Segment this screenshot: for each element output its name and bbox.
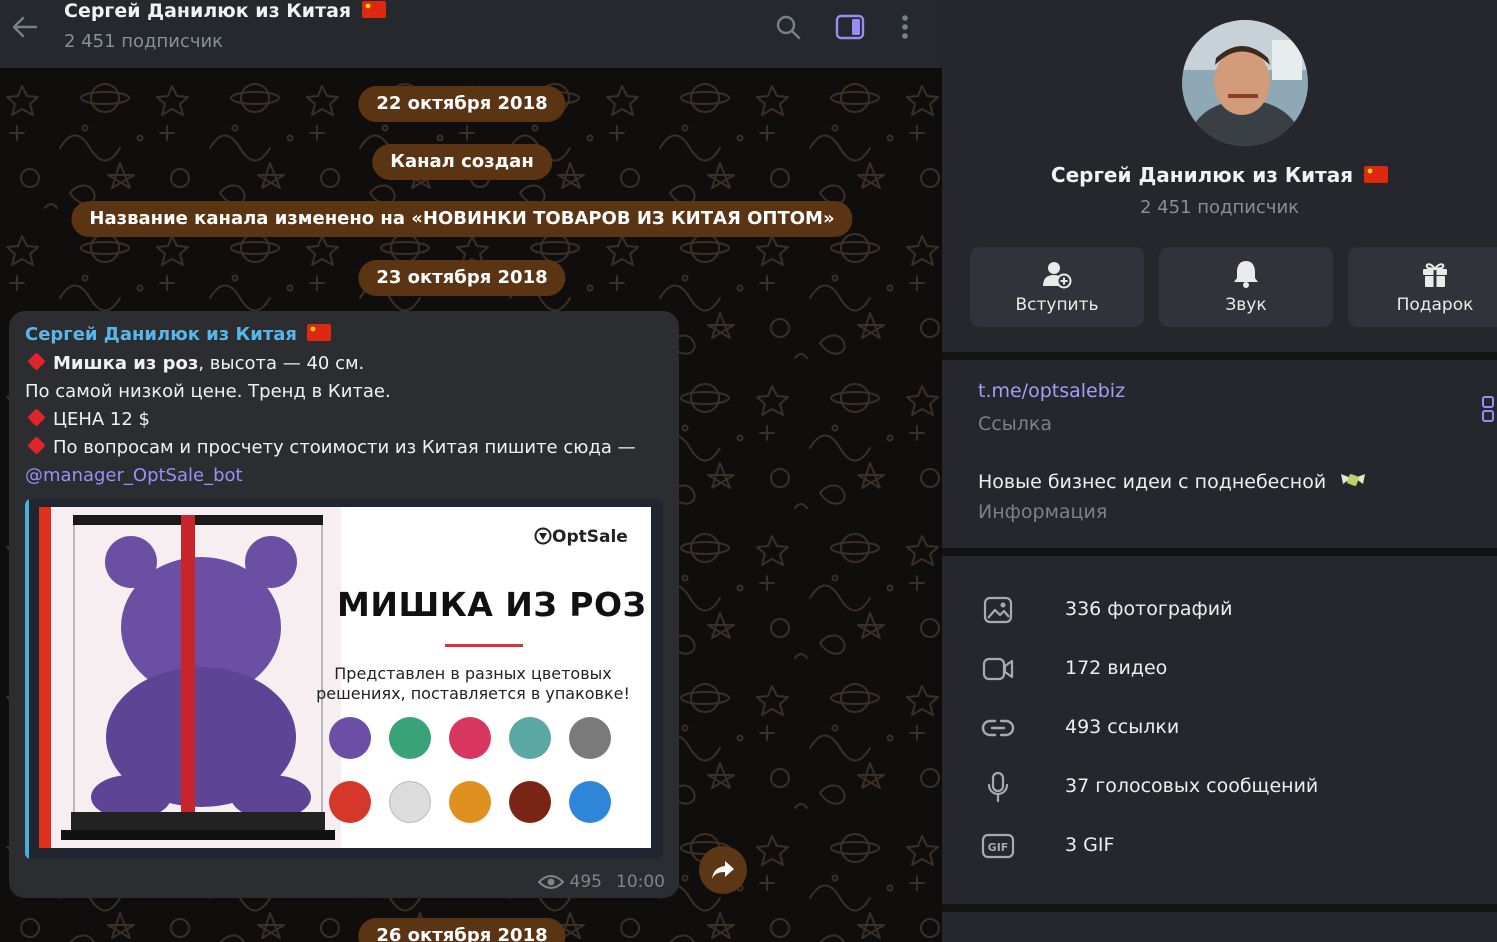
view-count: 495 bbox=[569, 872, 602, 892]
post-text-line: По вопросам и просчету стоимости из Кита… bbox=[25, 436, 636, 458]
bot-mention-link[interactable]: @manager_OptSale_bot bbox=[25, 465, 243, 486]
join-button[interactable]: Вступить bbox=[970, 247, 1144, 327]
rose-swatch bbox=[569, 717, 611, 759]
channel-info-panel: Сергей Данилюк из Китая 2 451 подписчик … bbox=[942, 0, 1497, 942]
china-flag-icon bbox=[307, 324, 332, 341]
link-preview[interactable]: OptSale МИШКА ИЗ РОЗ Представлен в разны… bbox=[25, 499, 663, 859]
ad-brand: OptSale bbox=[534, 527, 628, 547]
rose-swatch bbox=[329, 717, 371, 759]
channel-info-section: t.me/optsalebiz Ссылка Новые бизнес идеи… bbox=[942, 360, 1497, 548]
service-message-renamed: Название канала изменено на «НОВИНКИ ТОВ… bbox=[71, 201, 853, 237]
link-caption: Ссылка bbox=[978, 413, 1052, 435]
gift-button[interactable]: Подарок bbox=[1348, 247, 1497, 327]
media-voice-row[interactable]: 37 голосовых сообщений bbox=[942, 767, 1497, 807]
service-message-created: Канал создан bbox=[372, 144, 552, 180]
profile-subscribers: 2 451 подписчик bbox=[1139, 197, 1300, 218]
media-photos-row[interactable]: 336 фотографий bbox=[942, 590, 1497, 630]
more-vertical-icon bbox=[902, 15, 908, 39]
ad-title: МИШКА ИЗ РОЗ bbox=[337, 585, 647, 624]
sidebar-panel-icon bbox=[835, 14, 865, 40]
media-links-row[interactable]: 493 ссылки bbox=[942, 708, 1497, 748]
chat-area: Сергей Данилюк из Китая 2 451 подписчик … bbox=[0, 0, 942, 942]
media-videos-row[interactable]: 172 видео bbox=[942, 649, 1497, 689]
panel-bottom-section bbox=[942, 912, 1497, 942]
red-diamond-icon bbox=[27, 352, 46, 371]
qr-code-icon bbox=[1482, 396, 1494, 422]
image-red-strip bbox=[39, 507, 51, 848]
ad-title-underline bbox=[445, 644, 523, 647]
post-text-line: Мишка из роз, высота — 40 см. bbox=[25, 352, 364, 374]
gif-icon: GIF bbox=[981, 833, 1015, 859]
post-text-line: ЦЕНА 12 $ bbox=[25, 408, 150, 430]
rose-swatch bbox=[389, 781, 431, 823]
forward-arrow-icon bbox=[712, 861, 734, 879]
channel-post[interactable]: Сергей Данилюк из Китая Мишка из роз, вы… bbox=[9, 311, 679, 898]
toggle-sidebar-button[interactable] bbox=[833, 10, 867, 44]
qr-code-button[interactable] bbox=[1482, 396, 1496, 426]
rose-swatch bbox=[509, 781, 551, 823]
back-button[interactable] bbox=[8, 10, 42, 44]
rose-swatch bbox=[329, 781, 371, 823]
channel-link[interactable]: t.me/optsalebiz bbox=[978, 380, 1125, 402]
rose-swatch bbox=[569, 781, 611, 823]
post-text-line: По самой низкой цене. Тренд в Китае. bbox=[25, 381, 391, 402]
chat-header: Сергей Данилюк из Китая 2 451 подписчик bbox=[0, 0, 942, 68]
arrow-left-icon bbox=[12, 16, 38, 38]
more-options-button[interactable] bbox=[888, 10, 922, 44]
china-flag-icon bbox=[361, 1, 386, 18]
video-icon bbox=[982, 657, 1014, 681]
profile-header: Сергей Данилюк из Китая 2 451 подписчик … bbox=[942, 0, 1497, 352]
red-diamond-icon bbox=[27, 408, 46, 427]
preview-image[interactable]: OptSale МИШКА ИЗ РОЗ Представлен в разны… bbox=[39, 507, 651, 848]
search-icon bbox=[776, 15, 801, 40]
post-author[interactable]: Сергей Данилюк из Китая bbox=[25, 324, 332, 345]
post-time: 10:00 bbox=[616, 872, 665, 892]
post-meta: 495 10:00 bbox=[537, 872, 665, 892]
link-icon bbox=[981, 719, 1015, 737]
ad-description: Представлен в разных цветовых решениях, … bbox=[316, 664, 630, 703]
shared-media-section: 336 фотографий 172 видео 493 ссылки 37 г… bbox=[942, 556, 1497, 904]
media-gif-row[interactable]: GIF 3 GIF bbox=[942, 826, 1497, 866]
bell-icon bbox=[1234, 261, 1258, 288]
date-separator: 26 октября 2018 bbox=[358, 918, 566, 942]
date-separator: 23 октября 2018 bbox=[358, 260, 566, 296]
profile-title: Сергей Данилюк из Китая bbox=[942, 163, 1497, 187]
rose-swatch bbox=[509, 717, 551, 759]
rose-swatch bbox=[389, 717, 431, 759]
channel-description: Новые бизнес идеи с поднебесной bbox=[978, 468, 1368, 493]
rose-color-swatches bbox=[329, 717, 629, 837]
photo-icon bbox=[983, 596, 1013, 624]
eye-icon bbox=[537, 875, 564, 889]
search-button[interactable] bbox=[771, 10, 805, 44]
optsale-logo-icon bbox=[534, 527, 552, 545]
channel-avatar[interactable] bbox=[1182, 20, 1308, 146]
forward-button[interactable] bbox=[699, 846, 747, 894]
telegram-window: Сергей Данилюк из Китая 2 451 подписчик … bbox=[0, 0, 1497, 942]
sound-button[interactable]: Звук bbox=[1159, 247, 1333, 327]
red-diamond-icon bbox=[27, 436, 46, 455]
china-flag-icon bbox=[1364, 166, 1389, 183]
avatar-photo bbox=[1182, 20, 1308, 146]
date-separator: 22 октября 2018 bbox=[358, 86, 566, 122]
rose-swatch bbox=[449, 781, 491, 823]
description-caption: Информация bbox=[978, 501, 1108, 523]
microphone-icon bbox=[987, 771, 1009, 803]
svg-text:GIF: GIF bbox=[988, 841, 1009, 854]
rose-swatch bbox=[449, 717, 491, 759]
gift-icon bbox=[1423, 263, 1447, 287]
preview-accent-bar bbox=[25, 499, 29, 859]
channel-subscribers: 2 451 подписчик bbox=[64, 31, 224, 52]
rose-bear-illustration bbox=[51, 507, 341, 848]
channel-title[interactable]: Сергей Данилюк из Китая bbox=[64, 0, 386, 22]
add-user-icon bbox=[1043, 262, 1072, 289]
money-wings-icon bbox=[1341, 474, 1366, 486]
